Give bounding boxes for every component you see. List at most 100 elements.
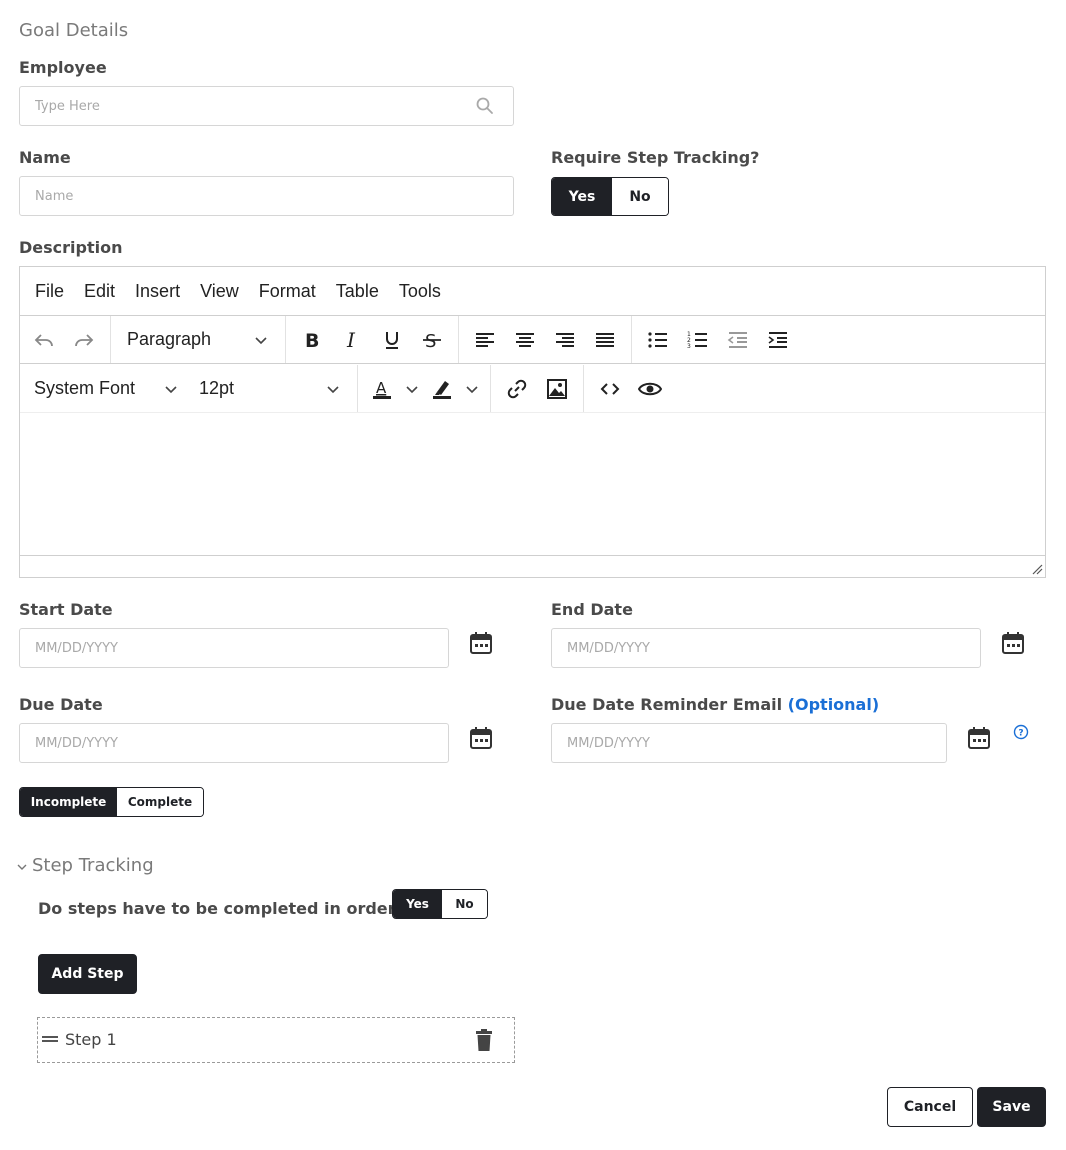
underline-button[interactable] (372, 322, 412, 358)
indent-icon (768, 331, 787, 348)
description-label: Description (19, 238, 123, 257)
chevron-down-icon (327, 385, 339, 393)
highlight-color-dropdown[interactable] (460, 371, 484, 407)
add-step-button[interactable]: Add Step (38, 954, 137, 994)
italic-button[interactable]: I (332, 322, 372, 358)
strikethrough-button[interactable]: S (412, 322, 452, 358)
undo-icon (34, 333, 53, 346)
align-left-button[interactable] (465, 322, 505, 358)
align-left-icon (476, 332, 494, 347)
require-step-tracking-toggle: Yes No (551, 177, 669, 216)
due-date-input[interactable] (19, 723, 449, 763)
optional-tag: (Optional) (787, 695, 880, 714)
status-incomplete[interactable]: Incomplete (20, 788, 117, 816)
chevron-down-icon[interactable] (16, 861, 28, 873)
font-family-value: System Font (34, 378, 136, 398)
svg-text:?: ? (1018, 729, 1023, 739)
align-center-icon (516, 332, 534, 347)
redo-button[interactable] (64, 322, 104, 358)
numbered-list-icon: 123 (687, 331, 707, 350)
text-color-button[interactable]: A (364, 371, 400, 407)
steps-order-no[interactable]: No (442, 890, 487, 918)
strikethrough-icon: S (423, 331, 441, 352)
editor-content-area[interactable] (20, 414, 1045, 555)
menu-format[interactable]: Format (259, 281, 316, 302)
bullet-list-button[interactable] (638, 322, 678, 358)
require-step-yes[interactable]: Yes (552, 178, 612, 215)
require-step-tracking-label: Require Step Tracking? (551, 148, 760, 167)
editor-toolbar-row-2: System Font 12pt A (20, 365, 1045, 413)
insert-link-button[interactable] (497, 371, 537, 407)
font-family-select[interactable]: System Font (24, 378, 189, 399)
font-size-value: 12pt (199, 378, 235, 398)
status-complete[interactable]: Complete (117, 788, 203, 816)
employee-label: Employee (19, 58, 107, 77)
numbered-list-button[interactable]: 123 (678, 322, 718, 358)
text-color-dropdown[interactable] (400, 371, 424, 407)
calendar-icon[interactable] (1000, 630, 1026, 656)
reminder-date-input[interactable] (551, 723, 947, 763)
start-date-label: Start Date (19, 600, 113, 619)
outdent-button[interactable] (718, 322, 758, 358)
chevron-down-icon (165, 385, 177, 393)
require-step-no[interactable]: No (612, 178, 668, 215)
code-icon (600, 382, 620, 395)
align-justify-button[interactable] (585, 322, 625, 358)
source-code-button[interactable] (590, 371, 630, 407)
insert-image-button[interactable] (537, 371, 577, 407)
font-size-select[interactable]: 12pt (189, 378, 351, 399)
step-tracking-title[interactable]: Step Tracking (32, 855, 154, 876)
chevron-down-icon (255, 336, 267, 344)
steps-order-yes[interactable]: Yes (393, 890, 442, 918)
end-date-input[interactable] (551, 628, 981, 668)
step-label: Step 1 (65, 1030, 117, 1049)
bold-button[interactable]: B (292, 322, 332, 358)
svg-text:I: I (346, 328, 356, 352)
editor-menubar: File Edit Insert View Format Table Tools (20, 267, 1045, 316)
menu-insert[interactable]: Insert (135, 281, 180, 302)
highlight-color-button[interactable] (424, 371, 460, 407)
block-format-value: Paragraph (127, 329, 212, 349)
name-input[interactable] (19, 176, 514, 216)
italic-icon: I (346, 328, 356, 352)
resize-handle-icon[interactable] (1031, 563, 1043, 575)
preview-button[interactable] (630, 371, 670, 407)
align-right-icon (556, 332, 574, 347)
undo-button[interactable] (24, 322, 64, 358)
menu-edit[interactable]: Edit (84, 281, 115, 302)
chevron-down-icon (466, 385, 478, 393)
indent-button[interactable] (758, 322, 798, 358)
calendar-icon[interactable] (468, 630, 494, 656)
align-justify-icon (596, 332, 614, 347)
underline-icon (386, 331, 398, 349)
trash-icon[interactable] (474, 1028, 494, 1052)
svg-text:S: S (425, 331, 436, 352)
outdent-icon (727, 331, 747, 348)
calendar-icon[interactable] (966, 725, 992, 751)
text-color-icon: A (373, 379, 391, 399)
menu-tools[interactable]: Tools (399, 281, 441, 302)
svg-text:3: 3 (687, 343, 691, 350)
reminder-email-label-text: Due Date Reminder Email (551, 695, 783, 714)
align-center-button[interactable] (505, 322, 545, 358)
block-format-select[interactable]: Paragraph (117, 329, 279, 350)
drag-handle-icon[interactable] (41, 1032, 59, 1046)
menu-view[interactable]: View (200, 281, 239, 302)
employee-search-input[interactable] (19, 86, 514, 126)
save-button[interactable]: Save (977, 1087, 1046, 1127)
menu-file[interactable]: File (35, 281, 64, 302)
steps-order-question: Do steps have to be completed in order? (38, 899, 405, 918)
editor-statusbar (20, 555, 1045, 577)
align-right-button[interactable] (545, 322, 585, 358)
bullet-list-icon (648, 331, 667, 348)
goal-status-toggle: Incomplete Complete (19, 787, 204, 817)
start-date-input[interactable] (19, 628, 449, 668)
cancel-button[interactable]: Cancel (887, 1087, 973, 1127)
bold-icon: B (305, 330, 319, 352)
steps-order-toggle: Yes No (392, 889, 488, 919)
help-icon[interactable]: ? (1013, 724, 1029, 740)
calendar-icon[interactable] (468, 725, 494, 751)
menu-table[interactable]: Table (336, 281, 379, 302)
image-icon (547, 378, 567, 399)
due-date-label: Due Date (19, 695, 103, 714)
